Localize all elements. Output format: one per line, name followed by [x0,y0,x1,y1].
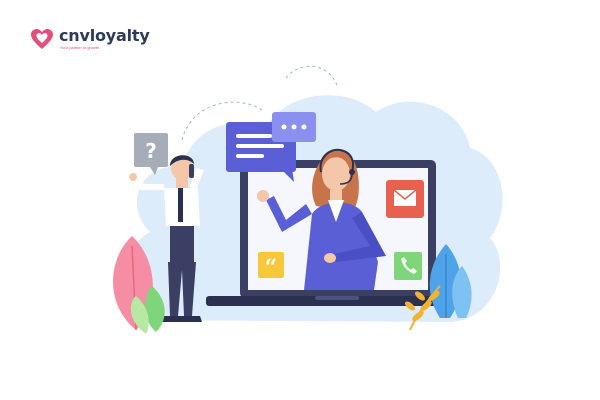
page: cnvloyalty Your partner in growth ? “ [0,0,600,400]
svg-text:?: ? [145,139,157,163]
dashed-line-right [285,65,339,89]
svg-text:“: “ [265,255,278,281]
typing-dots-icon [272,112,316,142]
mail-icon [386,180,424,218]
phone-icon [394,252,422,280]
support-illustration: ? “ [113,65,503,334]
quote-icon: “ [258,252,284,281]
